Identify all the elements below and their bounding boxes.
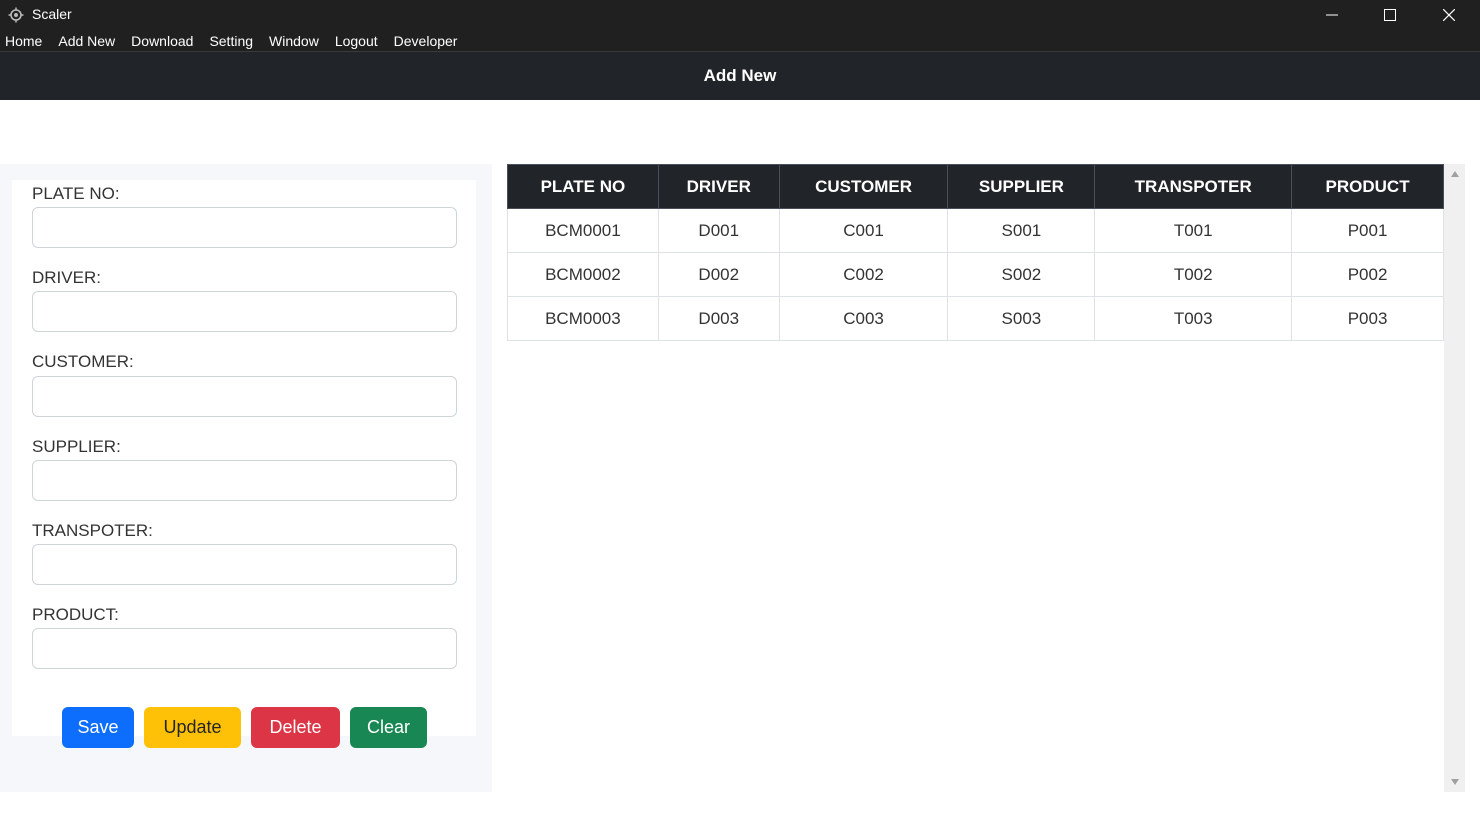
table-cell: C003: [778, 296, 949, 341]
product-label: PRODUCT:: [32, 605, 119, 624]
table-cell: D003: [657, 296, 780, 341]
column-header-product[interactable]: PRODUCT: [1291, 164, 1444, 209]
form-card: PLATE NO: DRIVER: CUSTOMER: SUPPLIER: TR…: [12, 180, 476, 748]
column-header-plate-no[interactable]: PLATE NO: [507, 164, 659, 209]
table-row[interactable]: BCM0003 D003 C003 S003 T003 P003: [507, 296, 1444, 341]
table-cell: T003: [1094, 296, 1293, 341]
window-title: Scaler: [32, 6, 72, 22]
table-cell: P002: [1291, 252, 1444, 297]
clear-button[interactable]: Clear: [350, 707, 427, 748]
menu-item-download[interactable]: Download: [131, 30, 193, 52]
menu-bar: Home Add New Download Setting Window Log…: [0, 30, 1480, 52]
supplier-label: SUPPLIER:: [32, 437, 121, 456]
close-button[interactable]: [1420, 0, 1478, 30]
vertical-scrollbar[interactable]: [1444, 164, 1465, 792]
table-cell: T002: [1094, 252, 1293, 297]
table-row[interactable]: BCM0002 D002 C002 S002 T002 P002: [507, 252, 1444, 297]
maximize-button[interactable]: [1361, 0, 1419, 30]
menu-item-window[interactable]: Window: [269, 30, 319, 52]
driver-input[interactable]: [32, 291, 457, 332]
save-button[interactable]: Save: [62, 707, 134, 748]
delete-button[interactable]: Delete: [251, 707, 340, 748]
scroll-down-button[interactable]: [1444, 772, 1465, 792]
minimize-button[interactable]: [1303, 0, 1361, 30]
menu-item-developer[interactable]: Developer: [394, 30, 458, 52]
supplier-input[interactable]: [32, 460, 457, 501]
column-header-transpoter[interactable]: TRANSPOTER: [1094, 164, 1293, 209]
customer-input[interactable]: [32, 376, 457, 417]
table-cell: BCM0002: [507, 252, 659, 297]
table-cell: BCM0003: [507, 296, 659, 341]
column-header-driver[interactable]: DRIVER: [657, 164, 780, 209]
records-table-container: PLATE NO DRIVER CUSTOMER SUPPLIER TRANSP…: [507, 164, 1444, 341]
arrow-down-icon: [1450, 779, 1459, 785]
table-cell: D002: [657, 252, 780, 297]
column-header-customer[interactable]: CUSTOMER: [778, 164, 949, 209]
driver-label: DRIVER:: [32, 268, 101, 287]
minimize-icon: [1326, 14, 1338, 16]
close-icon: [1443, 9, 1455, 21]
table-cell: S001: [947, 208, 1096, 253]
form-panel: PLATE NO: DRIVER: CUSTOMER: SUPPLIER: TR…: [0, 164, 492, 792]
app-gear-icon: [8, 7, 24, 23]
menu-item-home[interactable]: Home: [5, 30, 42, 52]
arrow-up-icon: [1450, 171, 1459, 177]
page-header: Add New: [0, 52, 1480, 100]
customer-label: CUSTOMER:: [32, 352, 134, 371]
maximize-icon: [1384, 9, 1396, 21]
table-header-row: PLATE NO DRIVER CUSTOMER SUPPLIER TRANSP…: [507, 164, 1444, 209]
scroll-up-button[interactable]: [1444, 164, 1465, 184]
update-button[interactable]: Update: [144, 707, 241, 748]
menu-item-setting[interactable]: Setting: [209, 30, 253, 52]
table-cell: S003: [947, 296, 1096, 341]
table-cell: P001: [1291, 208, 1444, 253]
table-cell: S002: [947, 252, 1096, 297]
menu-item-add-new[interactable]: Add New: [58, 30, 115, 52]
records-table: PLATE NO DRIVER CUSTOMER SUPPLIER TRANSP…: [507, 164, 1444, 341]
transpoter-input[interactable]: [32, 544, 457, 585]
menu-item-logout[interactable]: Logout: [335, 30, 378, 52]
window-titlebar: Scaler: [0, 0, 1480, 30]
plate-no-label: PLATE NO:: [32, 184, 120, 203]
plate-no-input[interactable]: [32, 207, 457, 248]
transpoter-label: TRANSPOTER:: [32, 521, 153, 540]
table-cell: D001: [657, 208, 780, 253]
table-cell: C002: [778, 252, 949, 297]
table-cell: C001: [778, 208, 949, 253]
table-row[interactable]: BCM0001 D001 C001 S001 T001 P001: [507, 208, 1444, 253]
table-cell: P003: [1291, 296, 1444, 341]
page-title: Add New: [703, 66, 777, 85]
table-cell: BCM0001: [507, 208, 659, 253]
table-cell: T001: [1094, 208, 1293, 253]
column-header-supplier[interactable]: SUPPLIER: [947, 164, 1096, 209]
product-input[interactable]: [32, 628, 457, 669]
